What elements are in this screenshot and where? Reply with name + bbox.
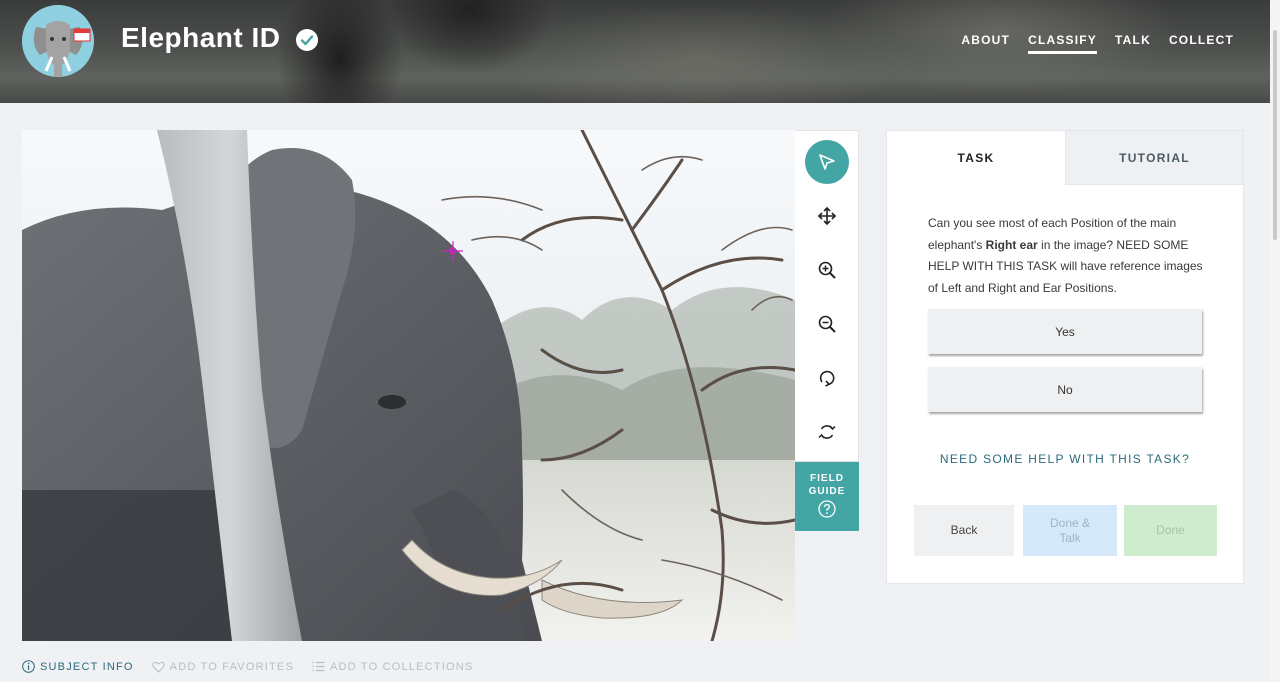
pan-tool-button[interactable] bbox=[805, 194, 849, 238]
question-circle-icon bbox=[818, 500, 836, 518]
project-header: Elephant ID ABOUT CLASSIFY TALK COLLECT bbox=[0, 0, 1270, 103]
answer-no-button[interactable]: No bbox=[928, 367, 1202, 412]
field-guide-button[interactable]: FIELD GUIDE bbox=[795, 462, 859, 531]
add-to-favorites-label: ADD TO FAVORITES bbox=[169, 660, 294, 673]
rotate-icon bbox=[819, 370, 835, 387]
nav-classify[interactable]: CLASSIFY bbox=[1028, 33, 1098, 54]
nav-collect[interactable]: COLLECT bbox=[1169, 33, 1234, 54]
scrollbar-thumb[interactable] bbox=[1273, 30, 1277, 240]
subject-info-label: SUBJECT INFO bbox=[40, 660, 134, 673]
answer-yes-button[interactable]: Yes bbox=[928, 309, 1202, 354]
task-question: Can you see most of each Position of the… bbox=[928, 213, 1210, 299]
reset-button[interactable] bbox=[805, 410, 849, 454]
project-title[interactable]: Elephant ID bbox=[121, 22, 281, 54]
heart-icon bbox=[151, 661, 165, 673]
add-to-collections-link[interactable]: ADD TO COLLECTIONS bbox=[312, 660, 473, 673]
list-icon bbox=[312, 661, 325, 672]
subject-footer: SUBJECT INFO ADD TO FAVORITES ADD TO COL… bbox=[22, 660, 473, 673]
project-avatar[interactable] bbox=[22, 5, 94, 77]
project-nav: ABOUT CLASSIFY TALK COLLECT bbox=[961, 33, 1234, 54]
tab-task[interactable]: TASK bbox=[887, 131, 1065, 185]
pointer-tool-button[interactable] bbox=[805, 140, 849, 184]
back-button[interactable]: Back bbox=[914, 505, 1014, 556]
subject-info-link[interactable]: SUBJECT INFO bbox=[22, 660, 134, 673]
pan-icon bbox=[817, 206, 837, 226]
task-help-link[interactable]: NEED SOME HELP WITH THIS TASK? bbox=[887, 452, 1243, 466]
done-button[interactable]: Done bbox=[1124, 505, 1217, 556]
zoom-in-icon bbox=[818, 261, 836, 279]
zoom-in-button[interactable] bbox=[805, 248, 849, 292]
verified-badge-icon bbox=[296, 29, 318, 51]
question-text-bold: Right ear bbox=[985, 237, 1038, 252]
add-to-collections-label: ADD TO COLLECTIONS bbox=[330, 660, 474, 673]
tab-tutorial[interactable]: TUTORIAL bbox=[1065, 131, 1243, 185]
reset-icon bbox=[818, 425, 836, 439]
done-and-talk-label: Done & Talk bbox=[1049, 515, 1091, 545]
task-panel: TASK TUTORIAL Can you see most of each P… bbox=[886, 130, 1244, 584]
nav-talk[interactable]: TALK bbox=[1115, 33, 1151, 54]
field-guide-label: FIELD GUIDE bbox=[808, 473, 846, 497]
page-scrollbar[interactable] bbox=[1270, 0, 1280, 682]
elephant-logo-icon bbox=[22, 5, 94, 77]
add-to-favorites-link[interactable]: ADD TO FAVORITES bbox=[151, 660, 294, 673]
elephant-photo bbox=[22, 130, 795, 641]
nav-about[interactable]: ABOUT bbox=[961, 33, 1010, 54]
info-icon bbox=[22, 660, 35, 673]
zoom-out-icon bbox=[818, 315, 836, 333]
rotate-button[interactable] bbox=[805, 356, 849, 400]
done-and-talk-button[interactable]: Done & Talk bbox=[1023, 505, 1117, 556]
subject-image[interactable] bbox=[22, 130, 795, 641]
pointer-icon bbox=[819, 154, 835, 170]
task-tabs: TASK TUTORIAL bbox=[887, 131, 1243, 185]
zoom-out-button[interactable] bbox=[805, 302, 849, 346]
image-toolbar bbox=[795, 130, 859, 462]
